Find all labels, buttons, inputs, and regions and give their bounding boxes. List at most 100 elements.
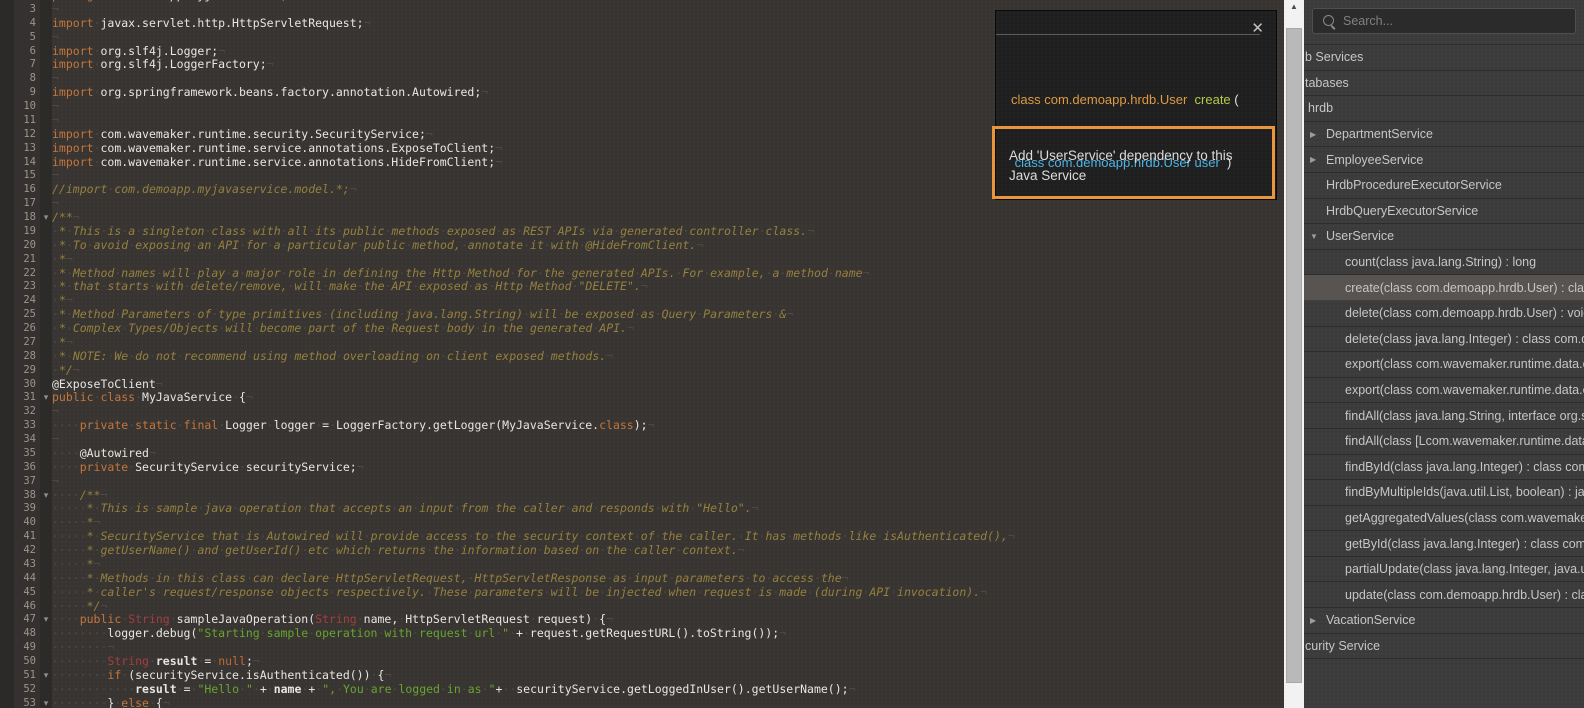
tree-service[interactable]: HrdbQueryExecutorService	[1304, 199, 1584, 225]
tree-category[interactable]: hrdb	[1304, 96, 1584, 122]
fold-arrow-icon[interactable]: ▾	[40, 697, 52, 708]
line-number: 47	[0, 613, 40, 627]
code-line[interactable]: 28·*·NOTE:·We·do·not·recommend·using·met…	[0, 350, 1284, 364]
code-text: ····@Autowired¬	[52, 447, 1284, 461]
fold-margin	[40, 419, 52, 433]
code-line[interactable]: 31▾public·class·MyJavaService·{¬	[0, 391, 1284, 405]
chevron-down-icon[interactable]: ▼	[1310, 232, 1326, 241]
code-line[interactable]: 25·*·Method·Parameters·of·type·primitive…	[0, 308, 1284, 322]
code-line[interactable]: 49········¬	[0, 641, 1284, 655]
code-line[interactable]: 39·····*·This·is·sample·java·operation·t…	[0, 502, 1284, 516]
tree-method[interactable]: findAll(class java.lang.String, interfac…	[1304, 403, 1584, 429]
fold-margin	[40, 114, 52, 128]
fold-margin	[40, 627, 52, 641]
code-line[interactable]: 23·*·that·starts·with·delete/remove,·wil…	[0, 280, 1284, 294]
code-line[interactable]: 38▾····/**¬	[0, 489, 1284, 503]
code-line[interactable]: 44·····*·Methods·in·this·class·can·decla…	[0, 572, 1284, 586]
code-text: ····private·static·final·Logger·logger·=…	[52, 419, 1284, 433]
tree-service[interactable]: ▶EmployeeService	[1304, 147, 1584, 173]
code-line[interactable]: 40·····*¬	[0, 516, 1284, 530]
tree-method[interactable]: getById(class java.lang.Integer) : class…	[1304, 531, 1584, 557]
tree-method[interactable]: create(class com.demoapp.hrdb.User) : cl…	[1304, 275, 1584, 301]
signature-method-name: create	[1187, 92, 1230, 107]
fold-arrow-icon[interactable]: ▾	[40, 669, 52, 683]
code-line[interactable]: 50········String·result·=·null;¬	[0, 655, 1284, 669]
search-icon	[1323, 15, 1334, 26]
code-text: ·*·Method·names·will·play·a·major·role·i…	[52, 267, 1284, 281]
line-number: 49	[0, 641, 40, 655]
code-line[interactable]: 30@ExposeToClient¬	[0, 378, 1284, 392]
code-line[interactable]: 53▾········}·else·{¬	[0, 697, 1284, 708]
code-text: ····public·String·sampleJavaOperation(St…	[52, 613, 1284, 627]
tree-item-label: delete(class java.lang.Integer) : class …	[1345, 332, 1584, 346]
code-line[interactable]: 48········logger.debug("Starting·sample·…	[0, 627, 1284, 641]
tree-method[interactable]: export(class com.wavemaker.runtime.data.…	[1304, 352, 1584, 378]
code-line[interactable]: 52············result·=·"Hello·"·+·name·+…	[0, 683, 1284, 697]
fold-arrow-icon[interactable]: ▾	[40, 489, 52, 503]
code-line[interactable]: 29·*/¬	[0, 364, 1284, 378]
code-line[interactable]: 19·*·This·is·a·singleton·class·with·all·…	[0, 225, 1284, 239]
tree-method[interactable]: export(class com.wavemaker.runtime.data.…	[1304, 378, 1584, 404]
tree-method[interactable]: partialUpdate(class java.lang.Integer, j…	[1304, 557, 1584, 583]
code-line[interactable]: 35····@Autowired¬	[0, 447, 1284, 461]
line-number: 3	[0, 3, 40, 17]
code-line[interactable]: 41·····*·SecurityService·that·is·Autowir…	[0, 530, 1284, 544]
tree-method[interactable]: findById(class java.lang.Integer) : clas…	[1304, 455, 1584, 481]
code-line[interactable]: 21·*¬	[0, 253, 1284, 267]
code-line[interactable]: 45·····*·caller's·request/response·objec…	[0, 586, 1284, 600]
code-text: ·*·NOTE:·We·do·not·recommend·using·metho…	[52, 350, 1284, 364]
code-line[interactable]: 46·····*/¬	[0, 600, 1284, 614]
search-input[interactable]	[1312, 8, 1576, 34]
tree-method[interactable]: count(class java.lang.String) : long	[1304, 250, 1584, 276]
code-line[interactable]: 24·*¬	[0, 294, 1284, 308]
code-text: @ExposeToClient¬	[52, 378, 1284, 392]
scroll-up-icon[interactable]: ▲	[1284, 0, 1304, 15]
code-line[interactable]: 37¬	[0, 475, 1284, 489]
code-line[interactable]: 32¬	[0, 405, 1284, 419]
code-line[interactable]: 33····private·static·final·Logger·logger…	[0, 419, 1284, 433]
chevron-right-icon[interactable]: ▶	[1310, 616, 1326, 625]
tree-service[interactable]: ▶VacationService	[1304, 608, 1584, 634]
tree-method[interactable]: findAll(class [Lcom.wavemaker.runtime.da…	[1304, 429, 1584, 455]
dependency-hint-text: Add 'UserService' dependency to this Jav…	[995, 129, 1272, 186]
tree-method[interactable]: findByMultipleIds(java.util.List, boolea…	[1304, 480, 1584, 506]
tree-service[interactable]: HrdbProcedureExecutorService	[1304, 173, 1584, 199]
code-line[interactable]: 51▾········if·(securityService.isAuthent…	[0, 669, 1284, 683]
tree-item-label: export(class com.wavemaker.runtime.data.…	[1345, 357, 1584, 371]
fold-arrow-icon[interactable]: ▾	[40, 211, 52, 225]
tree-item-label: b Services	[1305, 50, 1363, 64]
fold-margin	[40, 586, 52, 600]
fold-arrow-icon[interactable]: ▾	[40, 391, 52, 405]
code-text: ·····*·SecurityService·that·is·Autowired…	[52, 530, 1284, 544]
tree-service[interactable]: ▼UserService	[1304, 224, 1584, 250]
code-line[interactable]: 42·····*·getUserName()·and·getUserId()·e…	[0, 544, 1284, 558]
tree-method[interactable]: getAggregatedValues(class com.wavemaker	[1304, 506, 1584, 532]
fold-arrow-icon[interactable]: ▾	[40, 613, 52, 627]
chevron-right-icon[interactable]: ▶	[1310, 130, 1326, 139]
scrollbar-thumb[interactable]	[1286, 28, 1302, 683]
tree-method[interactable]: delete(class com.demoapp.hrdb.User) : vo…	[1304, 301, 1584, 327]
code-line[interactable]: 43·····*¬	[0, 558, 1284, 572]
services-sidebar: b Servicestabaseshrdb▶DepartmentService▶…	[1304, 0, 1584, 708]
tree-item-label: count(class java.lang.String) : long	[1345, 255, 1536, 269]
tree-method[interactable]: update(class com.demoapp.hrdb.User) : cl…	[1304, 582, 1584, 608]
editor-scrollbar[interactable]: ▲	[1284, 0, 1304, 708]
line-number: 10	[0, 100, 40, 114]
chevron-right-icon[interactable]: ▶	[1310, 155, 1326, 164]
code-line[interactable]: 47▾····public·String·sampleJavaOperation…	[0, 613, 1284, 627]
code-line[interactable]: 20·*·To·avoid·exposing·an·API·for·a·part…	[0, 239, 1284, 253]
code-line[interactable]: 26·*·Complex·Types/Objects·will·become·p…	[0, 322, 1284, 336]
code-line[interactable]: 27·*¬	[0, 336, 1284, 350]
tree-method[interactable]: delete(class java.lang.Integer) : class …	[1304, 327, 1584, 353]
fold-margin	[40, 516, 52, 530]
code-text: ·*¬	[52, 294, 1284, 308]
tree-category[interactable]: b Services	[1304, 45, 1584, 71]
tree-category[interactable]: curity Service	[1304, 634, 1584, 660]
tree-service[interactable]: ▶DepartmentService	[1304, 122, 1584, 148]
tree-item-label: partialUpdate(class java.lang.Integer, j…	[1345, 562, 1584, 576]
code-line[interactable]: 36····private·SecurityService·securitySe…	[0, 461, 1284, 475]
tree-category[interactable]: tabases	[1304, 71, 1584, 97]
code-text: ¬	[52, 433, 1284, 447]
code-line[interactable]: 22·*·Method·names·will·play·a·major·role…	[0, 267, 1284, 281]
code-line[interactable]: 34¬	[0, 433, 1284, 447]
